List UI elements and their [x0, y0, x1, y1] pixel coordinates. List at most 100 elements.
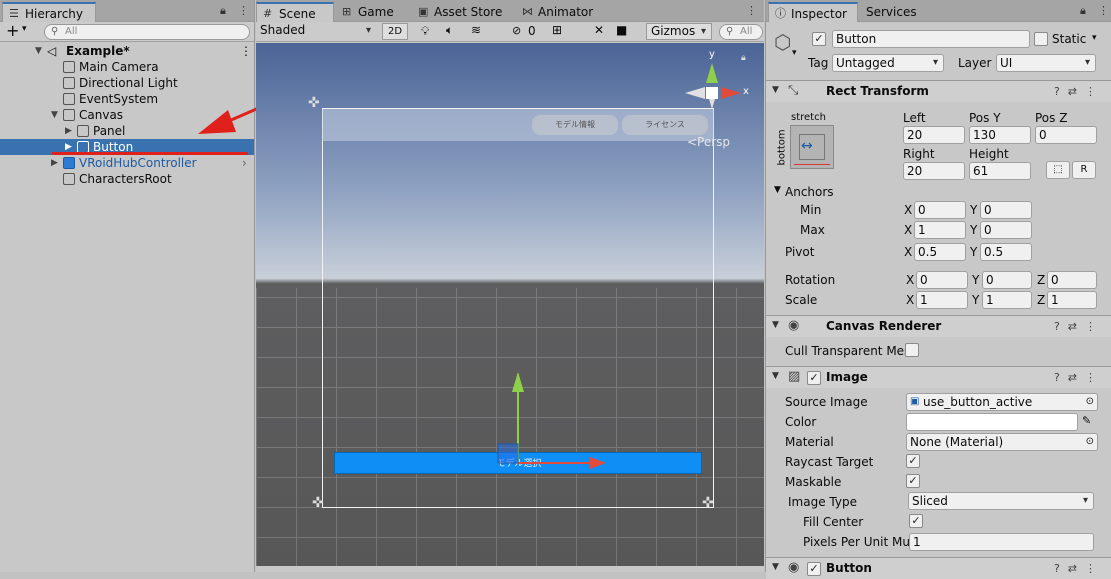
corner-handle-icon[interactable]: ✜ [308, 95, 320, 111]
scene-viewport[interactable]: モデル情報 ライセンス <Persp モデル選択 ✜ ✜ ✜ y x 🔒︎ [256, 43, 764, 566]
presets-icon[interactable]: ⇄ [1068, 562, 1085, 575]
right-field[interactable]: 20 [903, 162, 965, 180]
raw-edit-button[interactable]: R [1072, 161, 1096, 179]
rotation-y-field[interactable]: 0 [982, 271, 1032, 289]
help-icon[interactable]: ? [1054, 562, 1068, 575]
collapse-triangle-icon[interactable]: ▼ [772, 85, 779, 95]
object-picker-icon[interactable]: ⊙ [1086, 394, 1094, 410]
scale-y-field[interactable]: 1 [982, 291, 1032, 309]
scene-tabbar: # Scene ⊞ Game ▣ Asset Store ⋈ Animator … [256, 0, 764, 22]
help-icon[interactable]: ? [1054, 85, 1068, 98]
button-component-header[interactable]: ▼ ◉ ✓ Button ?⇄⋮ [766, 557, 1111, 579]
presets-icon[interactable]: ⇄ [1068, 320, 1085, 333]
component-menu-icon[interactable]: ⋮ [1085, 371, 1104, 384]
image-icon: ▨ [788, 369, 801, 384]
image-component-header[interactable]: ▼ ▨ ✓ Image ?⇄⋮ [766, 366, 1111, 388]
pivot-y-field[interactable]: 0.5 [980, 243, 1032, 261]
button-enabled-checkbox[interactable]: ✓ [807, 562, 821, 576]
persp-label[interactable]: <Persp [687, 135, 730, 149]
image-type-dropdown[interactable]: Sliced [908, 492, 1094, 510]
anchor-min-x-field[interactable]: 0 [914, 201, 966, 219]
axis-x-label: x [743, 86, 749, 97]
shading-mode-value: Shaded [260, 23, 306, 37]
gizmos-dropdown[interactable]: Gizmos [646, 23, 712, 40]
tools-icon[interactable]: ✕ [594, 23, 604, 37]
anchor-min-y-field[interactable]: 0 [980, 201, 1032, 219]
canvas-renderer-header[interactable]: ▼ ◉ Canvas Renderer ?⇄⋮ [766, 315, 1111, 337]
rotation-z-field[interactable]: 0 [1047, 271, 1097, 289]
left-field[interactable]: 20 [903, 126, 965, 144]
help-icon[interactable]: ? [1054, 320, 1068, 333]
anchors-foldout-icon[interactable]: ▼ [774, 185, 781, 195]
y-label: Y [970, 223, 978, 237]
blueprint-mode-button[interactable]: ⬚ [1046, 161, 1070, 179]
icon-dropdown-icon[interactable]: ▾ [792, 48, 797, 58]
audio-toggle-icon[interactable]: 🔈︎ [446, 23, 453, 38]
fill-center-checkbox[interactable]: ✓ [909, 514, 923, 528]
component-menu-icon[interactable]: ⋮ [1085, 85, 1104, 98]
effects-toggle-icon[interactable]: ≋ [471, 23, 481, 37]
tag-dropdown[interactable]: Untagged [832, 54, 944, 72]
eyedropper-icon[interactable]: ✎ [1082, 414, 1091, 427]
lighting-toggle-icon[interactable]: 💡︎ [421, 24, 429, 39]
scene-search-input[interactable]: ⚲ All [719, 24, 763, 40]
visibility-icon[interactable]: ⊘ [512, 24, 521, 37]
active-checkbox[interactable]: ✓ [812, 32, 826, 46]
orientation-gizmo[interactable] [681, 49, 761, 129]
pos-y-field[interactable]: 130 [969, 126, 1031, 144]
scale-z-field[interactable]: 1 [1047, 291, 1097, 309]
height-field[interactable]: 61 [969, 162, 1031, 180]
color-swatch[interactable] [906, 413, 1078, 431]
tab-inspector[interactable]: ⓘ Inspector [768, 2, 858, 22]
anchor-presets-button[interactable]: ↔ [790, 125, 834, 169]
grid-snap-icon[interactable]: ⊞ [552, 23, 562, 37]
raycast-target-checkbox[interactable]: ✓ [906, 454, 920, 468]
lock-icon[interactable]: 🔒︎ [741, 53, 746, 63]
canvas-renderer-icon: ◉ [788, 318, 800, 333]
inspector-tabbar: ⓘ Inspector Services 🔒︎ ⋮ [766, 0, 1111, 22]
more-options-icon[interactable]: ⋮ [746, 4, 757, 17]
rotation-x-field[interactable]: 0 [916, 271, 968, 289]
pivot-x-field[interactable]: 0.5 [914, 243, 966, 261]
y-label: Y [970, 245, 978, 259]
collapse-triangle-icon[interactable]: ▼ [772, 371, 779, 381]
corner-handle-icon[interactable]: ✜ [702, 495, 714, 511]
collapse-triangle-icon[interactable]: ▼ [772, 320, 779, 330]
anchor-max-x-field[interactable]: 1 [914, 221, 966, 239]
presets-icon[interactable]: ⇄ [1068, 371, 1085, 384]
presets-icon[interactable]: ⇄ [1068, 85, 1085, 98]
object-picker-icon[interactable]: ⊙ [1086, 434, 1094, 450]
scale-x-field[interactable]: 1 [916, 291, 968, 309]
help-icon[interactable]: ? [1054, 371, 1068, 384]
cull-transparent-checkbox[interactable] [905, 343, 919, 357]
component-menu-icon[interactable]: ⋮ [1085, 320, 1104, 333]
layer-dropdown[interactable]: UI [996, 54, 1096, 72]
corner-handle-icon[interactable]: ✜ [312, 495, 324, 511]
tab-animator[interactable]: ⋈ Animator [516, 2, 601, 22]
gameobject-icon[interactable]: ⬡ [774, 30, 791, 54]
pixels-per-unit-field[interactable]: 1 [909, 533, 1094, 551]
tab-services[interactable]: Services [860, 2, 925, 22]
move-gizmo[interactable] [486, 368, 616, 478]
anchor-max-y-field[interactable]: 0 [980, 221, 1032, 239]
source-image-field[interactable]: ▣ use_button_active ⊙ [906, 393, 1098, 411]
tab-game[interactable]: ⊞ Game [336, 2, 402, 22]
pos-z-field[interactable]: 0 [1035, 126, 1097, 144]
shading-mode-dropdown[interactable]: Shaded [256, 23, 376, 40]
collapse-triangle-icon[interactable]: ▼ [772, 562, 779, 572]
tab-asset-store[interactable]: ▣ Asset Store [412, 2, 510, 22]
ui-tab-model-info[interactable]: モデル情報 [532, 115, 618, 135]
maskable-checkbox[interactable]: ✓ [906, 474, 920, 488]
camera-icon[interactable]: ■ [616, 23, 627, 37]
static-checkbox[interactable] [1034, 32, 1048, 46]
more-options-icon[interactable]: ⋮ [1098, 4, 1109, 17]
material-field[interactable]: None (Material) ⊙ [906, 433, 1098, 451]
rect-transform-header[interactable]: ▼ ⤡ Rect Transform ?⇄⋮ [766, 80, 1111, 102]
object-name-field[interactable]: Button [832, 30, 1030, 48]
static-dropdown-icon[interactable]: ▾ [1092, 33, 1097, 43]
2d-toggle[interactable]: 2D [382, 23, 408, 40]
tab-scene[interactable]: # Scene [256, 2, 334, 22]
component-menu-icon[interactable]: ⋮ [1085, 562, 1104, 575]
image-enabled-checkbox[interactable]: ✓ [807, 371, 821, 385]
lock-icon[interactable]: 🔒︎ [1080, 4, 1086, 18]
